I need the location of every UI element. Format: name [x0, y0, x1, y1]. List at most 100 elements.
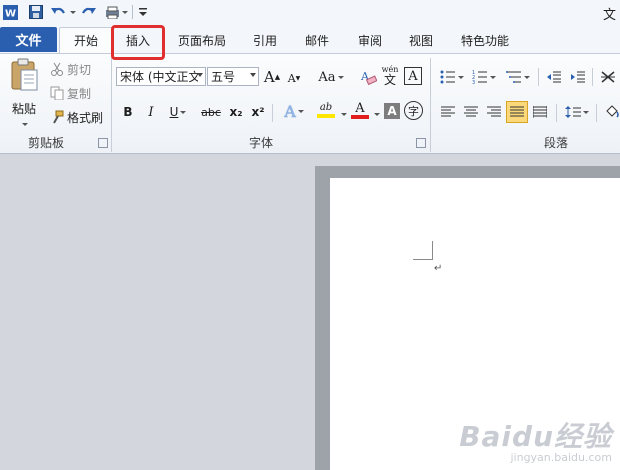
- watermark: Baidu经验 jingyan.baidu.com: [459, 415, 612, 464]
- highlight-button[interactable]: ab: [311, 100, 341, 120]
- line-spacing-dropdown-icon: [583, 110, 589, 114]
- undo-dropdown-icon[interactable]: [68, 3, 76, 21]
- char-shading-label: A: [387, 104, 397, 118]
- paste-dropdown-icon[interactable]: [22, 123, 28, 126]
- font-name-combo[interactable]: 宋体 (中文正文: [116, 67, 206, 86]
- tab-home[interactable]: 开始: [59, 27, 113, 53]
- format-painter-icon: [50, 110, 64, 124]
- para-row-divider: [538, 68, 539, 86]
- shrink-font-button[interactable]: A ▼: [284, 68, 304, 88]
- format-painter-button[interactable]: 格式刷: [50, 108, 103, 126]
- copy-label: 复制: [67, 86, 92, 101]
- tab-features[interactable]: 特色功能: [452, 30, 518, 50]
- increase-indent-button[interactable]: [568, 67, 588, 87]
- grow-font-label: A: [263, 68, 275, 86]
- save-icon[interactable]: [28, 3, 44, 21]
- paint-bucket-icon: [604, 105, 620, 119]
- bullets-button[interactable]: [438, 67, 466, 87]
- font-size-dropdown-icon: [250, 73, 256, 77]
- bullets-dropdown-icon: [458, 75, 464, 79]
- font-name-value: 宋体 (中文正文: [120, 70, 198, 84]
- tab-references[interactable]: 引用: [245, 30, 285, 50]
- cut-label: 剪切: [67, 62, 92, 77]
- print-preview-icon[interactable]: [104, 3, 120, 21]
- superscript-button[interactable]: x²: [248, 102, 268, 122]
- bold-label: B: [123, 105, 133, 119]
- highlight-label: ab: [319, 102, 333, 113]
- change-case-dropdown-icon: [337, 75, 344, 79]
- text-effect-button[interactable]: A: [280, 101, 308, 121]
- change-case-button[interactable]: Aa: [318, 67, 344, 87]
- word-icon[interactable]: W: [2, 3, 18, 21]
- underline-label: U: [169, 105, 179, 119]
- justify-button[interactable]: [506, 101, 528, 123]
- tab-review[interactable]: 审阅: [350, 30, 390, 50]
- cut-button[interactable]: 剪切: [50, 60, 91, 78]
- scissors-icon: [50, 62, 64, 76]
- tab-view[interactable]: 视图: [401, 30, 441, 50]
- subscript-label: x₂: [229, 105, 243, 119]
- enclose-char-button[interactable]: 字: [404, 101, 423, 120]
- grow-font-button[interactable]: A ▲: [262, 67, 282, 87]
- change-case-label: Aa: [318, 69, 336, 85]
- underline-button[interactable]: U: [164, 102, 192, 122]
- customize-icon[interactable]: [137, 3, 149, 21]
- para-row-divider: [592, 68, 593, 86]
- bold-button[interactable]: B: [118, 102, 138, 122]
- line-spacing-button[interactable]: [563, 102, 591, 122]
- tab-file[interactable]: 文件: [0, 27, 57, 52]
- tab-page-layout[interactable]: 页面布局: [169, 30, 235, 50]
- paste-button[interactable]: 粘贴: [6, 58, 42, 132]
- align-center-button[interactable]: [461, 102, 481, 122]
- font-color-bar: [351, 114, 369, 119]
- font-name-dropdown-icon: [197, 73, 203, 77]
- highlight-color-bar: [317, 114, 335, 118]
- shading-button[interactable]: [602, 102, 620, 122]
- char-shading-button[interactable]: A: [384, 103, 400, 119]
- increase-indent-icon: [570, 70, 586, 84]
- strikethrough-button[interactable]: abc: [199, 102, 223, 122]
- char-border-button[interactable]: A: [404, 67, 422, 85]
- ribbon-tabs: 文件 开始 插入 页面布局 引用 邮件 审阅 视图 特色功能: [0, 26, 620, 53]
- copy-button[interactable]: 复制: [50, 84, 91, 102]
- redo-icon[interactable]: [80, 3, 98, 21]
- insert-tab-highlight: [111, 25, 165, 60]
- clipboard-launcher-icon[interactable]: [98, 138, 108, 148]
- format-painter-label: 格式刷: [67, 110, 104, 125]
- group-divider: [430, 58, 431, 152]
- align-right-button[interactable]: [484, 102, 504, 122]
- align-left-icon: [441, 106, 455, 118]
- align-left-button[interactable]: [438, 102, 458, 122]
- multilevel-list-icon: [506, 70, 522, 84]
- distributed-icon: [533, 106, 547, 118]
- chinese-layout-button[interactable]: [598, 67, 618, 87]
- subscript-button[interactable]: x₂: [226, 102, 246, 122]
- tab-mailings[interactable]: 邮件: [297, 30, 337, 50]
- paste-icon: [9, 58, 39, 92]
- font-color-button[interactable]: A: [345, 100, 375, 120]
- distributed-button[interactable]: [530, 102, 550, 122]
- clipboard-group-label: 剪贴板: [28, 136, 65, 150]
- quick-access-toolbar: W 文: [0, 0, 620, 26]
- svg-text:W: W: [4, 8, 15, 19]
- decrease-indent-button[interactable]: [544, 67, 564, 87]
- font-row-divider: [272, 104, 273, 122]
- watermark-main: Baidu经验: [459, 420, 612, 453]
- print-dropdown-icon[interactable]: [120, 3, 128, 21]
- font-size-combo[interactable]: 五号: [207, 67, 259, 86]
- phonetic-char: 文: [383, 72, 396, 87]
- phonetic-guide-button[interactable]: wén 文: [380, 65, 400, 87]
- margin-corner-mark: [432, 241, 433, 260]
- undo-icon[interactable]: [48, 3, 68, 21]
- para-row-divider: [596, 104, 597, 122]
- eraser-icon: A: [359, 68, 377, 86]
- font-launcher-icon[interactable]: [416, 138, 426, 148]
- clear-format-button[interactable]: A: [358, 67, 378, 87]
- font-color-dropdown-icon[interactable]: [372, 104, 380, 124]
- italic-label: I: [148, 104, 154, 120]
- numbering-button[interactable]: 123: [470, 67, 498, 87]
- ribbon-home: 粘贴 剪切 复制 格式刷 剪贴板 宋体 (中文正文 五号 A ▲ A ▼ Aa A …: [0, 53, 620, 154]
- multilevel-list-button[interactable]: [504, 67, 532, 87]
- italic-button[interactable]: I: [141, 102, 161, 122]
- align-right-icon: [487, 106, 501, 118]
